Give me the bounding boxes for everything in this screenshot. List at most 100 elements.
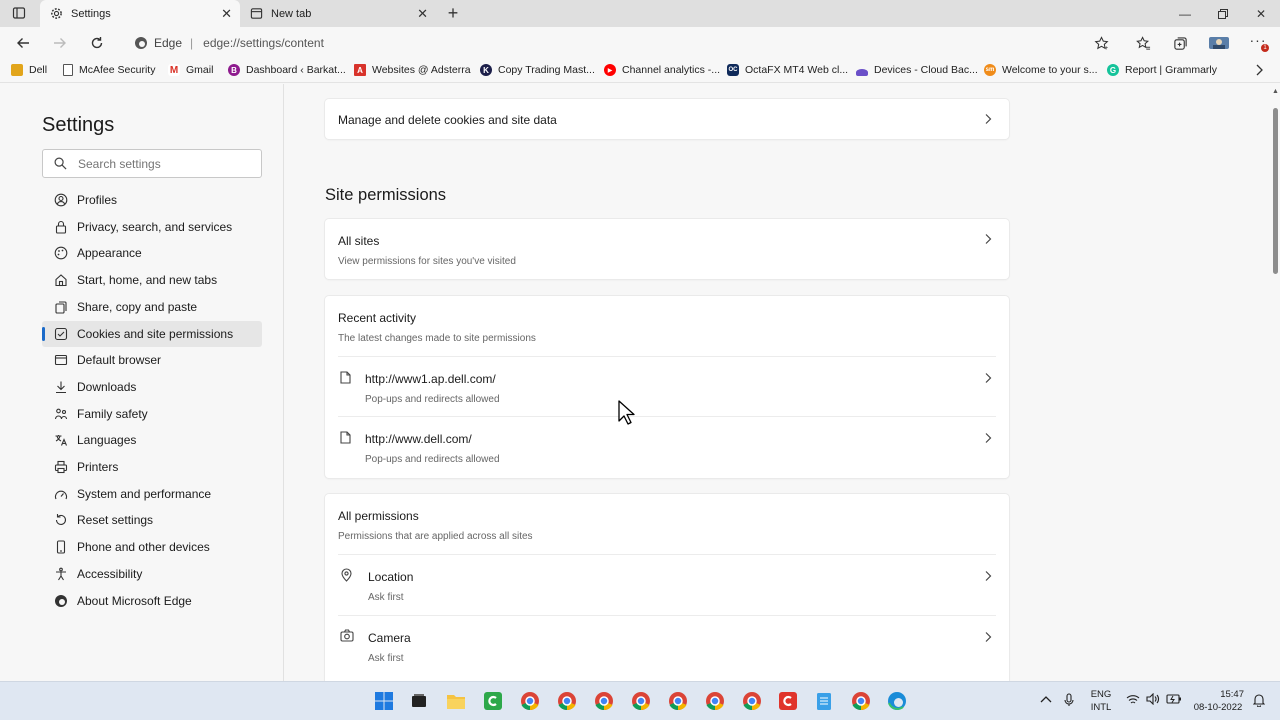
page-title: Settings bbox=[42, 114, 115, 136]
notifications-bell-icon[interactable] bbox=[1252, 693, 1266, 711]
all-sites-title: All sites bbox=[338, 234, 380, 248]
new-tab-plus-icon[interactable]: + bbox=[444, 3, 462, 23]
tray-overflow-chevron-icon[interactable] bbox=[1040, 694, 1052, 708]
favorite-item[interactable]: B Dashboard ‹ Barkat... bbox=[228, 62, 346, 78]
chrome-profile-icon[interactable] bbox=[667, 690, 689, 712]
permission-row-camera[interactable]: Camera Ask first bbox=[325, 616, 1009, 676]
clock[interactable]: 15:47 08-10-2022 bbox=[1188, 688, 1248, 714]
sidebar-item-system[interactable]: System and performance bbox=[42, 481, 262, 507]
favorite-item[interactable]: sm Welcome to your s... bbox=[984, 62, 1098, 78]
chrome-profile-icon[interactable] bbox=[519, 690, 541, 712]
address-bar[interactable]: Edge | edge://settings/content bbox=[122, 30, 1122, 55]
sidebar-item-label: Appearance bbox=[77, 246, 142, 261]
file-explorer-icon[interactable] bbox=[445, 690, 467, 712]
favorite-item[interactable]: A Websites @ Adsterra bbox=[354, 62, 471, 78]
edge-logo-icon bbox=[134, 36, 148, 50]
favorites-bar: Dell McAfee Security M Gmail B Dashboard ‹… bbox=[0, 58, 1280, 83]
favorite-item[interactable]: M Gmail bbox=[168, 62, 213, 78]
notepad-icon[interactable] bbox=[813, 690, 835, 712]
favorite-item[interactable]: K Copy Trading Mast... bbox=[480, 62, 595, 78]
sidebar-item-browser[interactable]: Default browser bbox=[42, 347, 262, 373]
chevron-right-icon bbox=[983, 632, 993, 642]
recent-site-row[interactable]: http://www1.ap.dell.com/ Pop-ups and red… bbox=[325, 357, 1009, 417]
app-red-icon[interactable] bbox=[777, 690, 799, 712]
sidebar-item-share[interactable]: Share, copy and paste bbox=[42, 294, 262, 320]
permission-label: Camera bbox=[368, 631, 411, 645]
clock-date: 08-10-2022 bbox=[1193, 702, 1243, 713]
search-input[interactable] bbox=[78, 156, 248, 171]
tab-settings[interactable]: Settings ✕ bbox=[40, 0, 240, 27]
scroll-up-icon[interactable]: ▲ bbox=[1272, 88, 1279, 95]
chrome-profile-icon[interactable] bbox=[593, 690, 615, 712]
volume-icon[interactable] bbox=[1146, 692, 1160, 709]
tab-actions-icon[interactable] bbox=[12, 6, 26, 20]
sidebar-item-lock[interactable]: Privacy, search, and services bbox=[42, 214, 262, 240]
restore-icon[interactable] bbox=[1204, 0, 1242, 27]
favorite-item[interactable]: Dell bbox=[11, 62, 47, 78]
chrome-profile-icon[interactable] bbox=[556, 690, 578, 712]
edge-icon[interactable] bbox=[886, 690, 908, 712]
sidebar-item-download[interactable]: Downloads bbox=[42, 374, 262, 400]
sidebar-item-appearance[interactable]: Appearance bbox=[42, 240, 262, 266]
forward-icon[interactable] bbox=[47, 31, 73, 55]
sidebar-item-home[interactable]: Start, home, and new tabs bbox=[42, 267, 262, 293]
sidebar-item-reset[interactable]: Reset settings bbox=[42, 507, 262, 533]
location-icon bbox=[340, 568, 353, 587]
sidebar-item-languages[interactable]: Languages bbox=[42, 427, 262, 453]
back-icon[interactable] bbox=[10, 31, 36, 55]
all-permissions-title: All permissions bbox=[338, 509, 419, 523]
sidebar-item-profile[interactable]: Profiles bbox=[42, 187, 262, 213]
battery-icon[interactable] bbox=[1166, 693, 1182, 709]
address-toolbar: Edge | edge://settings/content + ··· 1 bbox=[0, 27, 1280, 58]
sidebar-item-printer[interactable]: Printers bbox=[42, 454, 262, 480]
close-tab-icon[interactable]: ✕ bbox=[221, 6, 232, 22]
sidebar-item-family[interactable]: Family safety bbox=[42, 401, 262, 427]
chevron-right-icon bbox=[983, 433, 993, 443]
favorite-item[interactable]: McAfee Security bbox=[63, 62, 155, 78]
sidebar-item-phone[interactable]: Phone and other devices bbox=[42, 534, 262, 560]
favorite-item[interactable]: OC OctaFX MT4 Web cl... bbox=[727, 62, 848, 78]
vertical-scrollbar[interactable]: ▲ bbox=[1271, 84, 1280, 681]
favorite-item[interactable]: ▶ Channel analytics -... bbox=[604, 62, 720, 78]
chrome-profile-icon[interactable] bbox=[850, 690, 872, 712]
task-view-icon[interactable] bbox=[408, 690, 430, 712]
permission-row-location[interactable]: Location Ask first bbox=[325, 555, 1009, 615]
system-icon bbox=[54, 487, 68, 501]
youtube-icon: ▶ bbox=[604, 64, 616, 76]
minimize-icon[interactable]: — bbox=[1166, 0, 1204, 27]
all-sites-row[interactable]: All sites View permissions for sites you… bbox=[325, 219, 1009, 279]
sidebar-item-edge[interactable]: About Microsoft Edge bbox=[42, 588, 262, 614]
sidebar-item-accessibility[interactable]: Accessibility bbox=[42, 561, 262, 587]
search-box[interactable] bbox=[42, 149, 262, 178]
microphone-icon[interactable] bbox=[1064, 693, 1074, 711]
favorites-overflow-chevron-icon[interactable] bbox=[1254, 63, 1264, 77]
mouse-cursor-icon bbox=[618, 400, 636, 431]
input-language[interactable]: ENG INTL bbox=[1088, 688, 1114, 714]
site-status: Pop-ups and redirects allowed bbox=[365, 394, 500, 405]
chrome-profile-icon[interactable] bbox=[741, 690, 763, 712]
sidebar-item-cookies[interactable]: Cookies and site permissions bbox=[42, 320, 262, 347]
collections-icon[interactable] bbox=[1167, 31, 1193, 55]
add-favorite-icon[interactable]: + bbox=[1088, 31, 1114, 55]
favorites-icon[interactable] bbox=[1130, 31, 1156, 55]
recent-site-row[interactable]: http://www.dell.com/ Pop-ups and redirec… bbox=[325, 417, 1009, 477]
wifi-icon[interactable] bbox=[1126, 694, 1140, 709]
home-icon bbox=[54, 273, 68, 287]
scrollbar-thumb[interactable] bbox=[1273, 108, 1278, 274]
windows-start-icon[interactable] bbox=[373, 690, 395, 712]
window-close-icon[interactable]: ✕ bbox=[1242, 0, 1280, 27]
profile-avatar-icon[interactable] bbox=[1204, 31, 1234, 55]
refresh-icon[interactable] bbox=[84, 31, 110, 55]
camtasia-icon[interactable] bbox=[482, 690, 504, 712]
manage-cookies-row[interactable]: Manage and delete cookies and site data bbox=[325, 99, 1009, 139]
favorite-item[interactable]: Devices - Cloud Bac... bbox=[856, 62, 978, 78]
tab-new-tab[interactable]: New tab ✕ bbox=[240, 0, 436, 27]
permission-label: Location bbox=[368, 570, 414, 584]
cloud-icon bbox=[856, 68, 868, 76]
chrome-profile-icon[interactable] bbox=[704, 690, 726, 712]
chrome-profile-icon[interactable] bbox=[630, 690, 652, 712]
search-icon bbox=[54, 157, 68, 171]
more-options-icon[interactable]: ··· 1 bbox=[1245, 31, 1271, 55]
close-tab-icon[interactable]: ✕ bbox=[417, 6, 428, 22]
favorite-item[interactable]: G Report | Grammarly bbox=[1107, 62, 1217, 78]
